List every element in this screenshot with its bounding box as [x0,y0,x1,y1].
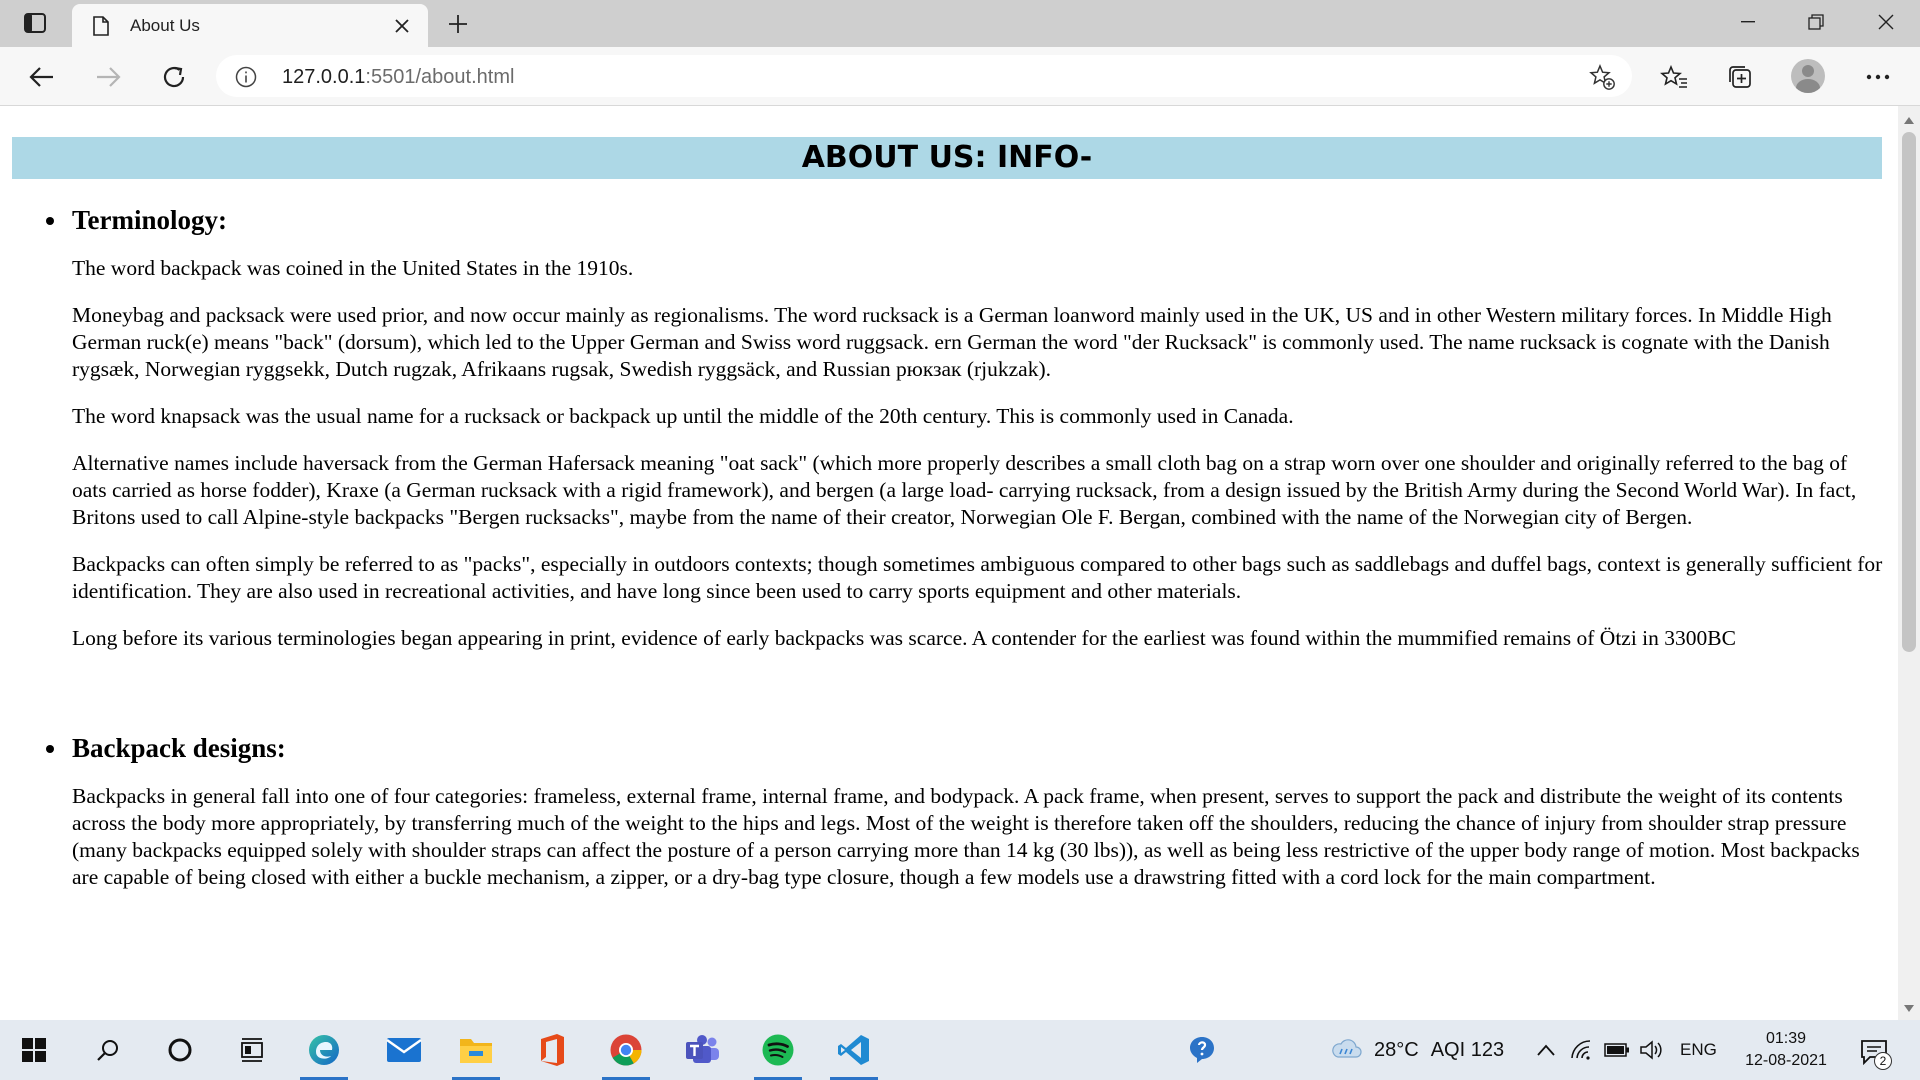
volume-icon[interactable] [1626,1020,1676,1080]
task-view-icon[interactable] [222,1020,282,1080]
paragraph: Backpacks can often simply be referred t… [72,552,1883,603]
back-arrow-icon[interactable] [22,57,62,97]
teams-icon[interactable] [672,1020,732,1080]
site-info-icon[interactable] [234,65,258,89]
paragraph: Long before its various terminologies be… [72,626,1736,650]
weather-temperature: 28°C [1374,1038,1419,1061]
weather-widget[interactable]: 28°C AQI 123 [1330,1020,1504,1080]
section-heading: Backpack designs: [46,730,1884,766]
help-icon[interactable] [1176,1020,1236,1080]
url-text[interactable]: 127.0.0.1:5501/about.html [282,66,514,89]
paragraph: Backpacks in general fall into one of fo… [72,784,1860,889]
scroll-down-arrow-icon[interactable] [1898,1000,1920,1016]
scrollbar-thumb[interactable] [1902,132,1916,652]
paragraph: Moneybag and packsack were used prior, a… [72,303,1832,381]
clock-time: 01:39 [1765,1030,1807,1047]
cortana-icon[interactable] [150,1020,210,1080]
input-language[interactable]: ENG [1680,1020,1717,1080]
url-host: 127.0.0.1 [282,66,366,88]
weather-aqi: AQI 123 [1430,1038,1505,1061]
bullet-icon [46,745,54,753]
section-heading-text: Terminology: [72,205,227,235]
notification-count-badge: 2 [1874,1052,1892,1070]
more-options-icon[interactable] [1858,57,1898,97]
page-icon [90,14,112,38]
profile-avatar[interactable] [1791,59,1825,93]
vscode-icon[interactable] [824,1020,884,1080]
bullet-icon [46,217,54,225]
tab-about-us[interactable]: About Us [72,4,428,47]
paragraph: The word backpack was coined in the Unit… [72,256,634,280]
refresh-icon[interactable] [154,57,194,97]
section-heading: Terminology: [46,202,1884,238]
page-viewport: ABOUT US: INFO- Terminology: The word ba… [0,106,1898,1020]
vertical-scrollbar[interactable] [1898,106,1920,1020]
windows-start-icon[interactable] [4,1020,64,1080]
clock-date: 12-08-2021 [1745,1052,1827,1069]
new-tab-icon[interactable] [440,6,476,42]
search-icon[interactable] [78,1020,138,1080]
browser-toolbar: 127.0.0.1:5501/about.html [0,47,1920,106]
weather-cloud-icon [1330,1035,1362,1065]
tab-strip: About Us [0,0,1920,47]
close-window-icon[interactable] [1852,0,1920,44]
paragraph: Alternative names include haversack from… [72,451,1857,529]
section-backpack-designs: Backpack designs: Backpacks in general f… [46,730,1884,891]
close-icon[interactable] [390,14,414,38]
chrome-icon[interactable] [596,1020,656,1080]
mail-icon[interactable] [374,1020,434,1080]
paragraph: The word knapsack was the usual name for… [72,404,1294,428]
url-path: :5501/about.html [365,66,515,88]
taskbar-clock[interactable]: 01:39 12-08-2021 [1730,1028,1842,1072]
restore-icon[interactable] [1782,0,1850,44]
forward-arrow-icon[interactable] [88,57,128,97]
section-terminology: Terminology: The word backpack was coine… [46,202,1884,652]
add-favorite-icon[interactable] [1588,63,1616,91]
favorites-icon[interactable] [1654,57,1694,97]
file-explorer-icon[interactable] [446,1020,506,1080]
office-icon[interactable] [522,1020,582,1080]
tab-title: About Us [130,15,200,35]
scroll-up-arrow-icon[interactable] [1898,112,1920,128]
spotify-icon[interactable] [748,1020,808,1080]
address-bar[interactable]: 127.0.0.1:5501/about.html [216,55,1632,97]
edge-browser-icon[interactable] [294,1020,354,1080]
minimize-icon[interactable] [1714,0,1782,44]
windows-taskbar: 28°C AQI 123 ENG 01:39 12-08-2021 2 [0,1020,1920,1080]
page-content: Terminology: The word backpack was coine… [46,202,1884,891]
notification-center-icon[interactable]: 2 [1856,1034,1892,1070]
tab-actions-icon[interactable] [12,6,58,40]
collections-icon[interactable] [1720,57,1760,97]
page-title-banner: ABOUT US: INFO- [12,137,1882,179]
section-heading-text: Backpack designs: [72,733,286,763]
